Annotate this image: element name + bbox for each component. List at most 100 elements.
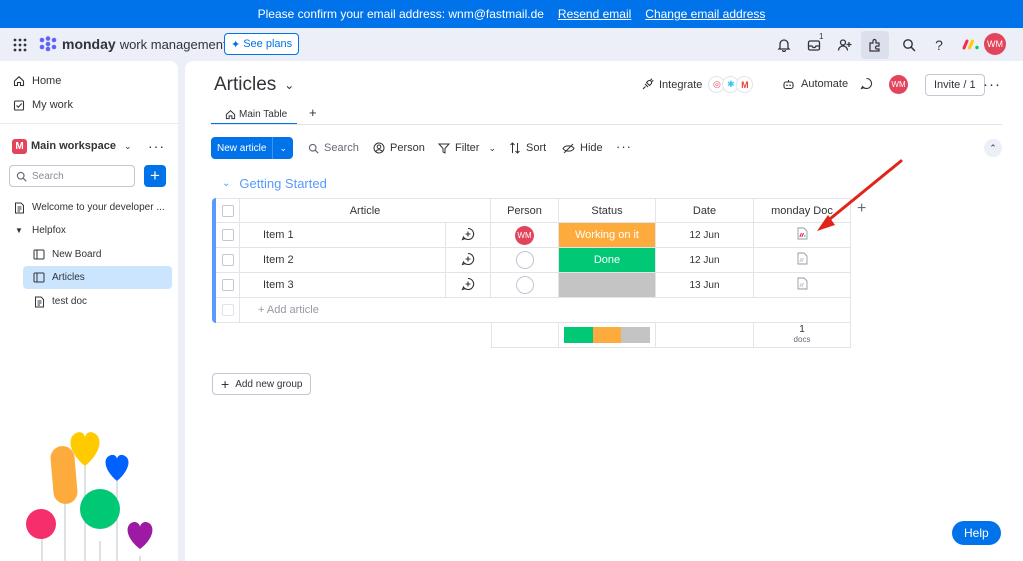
- docs-label: docs: [793, 335, 811, 344]
- doc-icon: [32, 296, 46, 308]
- select-all-checkbox[interactable]: [221, 204, 234, 217]
- row-select-cell[interactable]: [216, 248, 240, 273]
- user-avatar[interactable]: WM: [984, 33, 1006, 55]
- person-label: Person: [390, 142, 425, 154]
- eye-hidden-icon: [562, 143, 575, 153]
- new-article-button[interactable]: New article ⌄: [211, 137, 294, 159]
- sidebar-item-label: test doc: [52, 296, 88, 307]
- date-cell[interactable]: 12 Jun: [656, 223, 754, 248]
- search-label: Search: [324, 142, 359, 154]
- item-updates-cell[interactable]: [446, 273, 491, 298]
- integrate-button[interactable]: Integrate ◎ ✱ M: [641, 76, 754, 93]
- hide-columns-button[interactable]: Hide: [556, 137, 609, 159]
- row-select-cell[interactable]: [216, 223, 240, 248]
- sidebar-item-articles[interactable]: Articles: [23, 266, 172, 289]
- workspace-more-icon[interactable]: ···: [148, 138, 165, 154]
- invite-member-icon[interactable]: [830, 31, 858, 59]
- brand-logo[interactable]: monday work management: [38, 34, 227, 54]
- sidebar-item-test-doc[interactable]: test doc: [20, 290, 87, 313]
- column-header-person[interactable]: Person: [491, 198, 559, 223]
- row-checkbox[interactable]: [221, 254, 234, 266]
- empty-person-icon: [515, 251, 534, 269]
- monday-doc-cell[interactable]: [754, 248, 851, 273]
- change-email-link[interactable]: Change email address: [645, 7, 765, 21]
- column-header-status[interactable]: Status: [559, 198, 656, 223]
- sidebar-item-my-work[interactable]: My work: [0, 93, 73, 116]
- person-cell[interactable]: [491, 273, 559, 298]
- search-icon[interactable]: [895, 31, 923, 59]
- help-question-icon[interactable]: ?: [925, 31, 953, 59]
- sidebar-item-label: Helpfox: [32, 225, 66, 236]
- column-header-date[interactable]: Date: [656, 198, 754, 223]
- person-filter-button[interactable]: Person: [367, 137, 431, 159]
- board-title-group[interactable]: Articles ⌄: [214, 74, 294, 96]
- sidebar-item-welcome-doc[interactable]: Welcome to your developer ...: [0, 196, 165, 219]
- sidebar-item-helpfox[interactable]: ▼ Helpfox: [0, 219, 66, 242]
- item-name-cell[interactable]: Item 1: [240, 223, 446, 248]
- status-cell[interactable]: Done: [559, 248, 656, 273]
- summary-working-segment: [592, 327, 622, 343]
- sidebar-item-home[interactable]: Home: [0, 69, 61, 92]
- automate-button[interactable]: Automate: [782, 78, 848, 90]
- board-owner-avatar[interactable]: WM: [889, 75, 908, 94]
- status-summary-cell[interactable]: [559, 323, 656, 348]
- date-cell[interactable]: 12 Jun: [656, 248, 754, 273]
- date-cell[interactable]: 13 Jun: [656, 273, 754, 298]
- add-update-icon[interactable]: [461, 277, 475, 294]
- home-icon: [225, 109, 236, 119]
- automate-robot-icon: [783, 79, 794, 89]
- inbox-badge: 1: [819, 32, 824, 41]
- toolbar-more-icon[interactable]: ···: [616, 139, 632, 154]
- add-item-button[interactable]: +: [144, 165, 166, 187]
- add-article-input[interactable]: + Add article: [240, 298, 851, 323]
- apps-puzzle-icon[interactable]: [861, 31, 889, 59]
- add-new-group-button[interactable]: + Add new group: [212, 373, 312, 395]
- chevron-down-icon[interactable]: ⌄: [272, 137, 293, 159]
- add-update-icon[interactable]: [461, 252, 475, 269]
- add-new-group-label: Add new group: [235, 378, 303, 390]
- item-updates-cell[interactable]: [446, 223, 491, 248]
- monday-doc-cell[interactable]: [754, 273, 851, 298]
- updates-chat-icon[interactable]: [860, 77, 873, 93]
- board-more-icon[interactable]: ···: [983, 76, 1001, 93]
- item-updates-cell[interactable]: [446, 248, 491, 273]
- row-checkbox[interactable]: [221, 229, 234, 241]
- status-cell[interactable]: Working on it: [559, 223, 656, 248]
- item-name-cell[interactable]: Item 2: [240, 248, 446, 273]
- board-icon: [32, 272, 46, 283]
- collapse-header-icon[interactable]: ⌃: [984, 139, 1002, 157]
- sort-button[interactable]: Sort: [503, 137, 552, 159]
- home-icon: [12, 75, 26, 87]
- resend-email-link[interactable]: Resend email: [558, 7, 631, 21]
- inbox-icon[interactable]: 1: [800, 31, 828, 59]
- sparkle-icon: ✦: [231, 38, 241, 51]
- select-all-cell[interactable]: [216, 198, 240, 223]
- summary-empty-segment: [621, 327, 651, 343]
- help-button[interactable]: Help: [952, 521, 1001, 545]
- doc-empty-icon[interactable]: [797, 277, 808, 293]
- row-select-cell[interactable]: [216, 273, 240, 298]
- workspace-selector[interactable]: M Main workspace ⌄: [12, 136, 132, 156]
- sidebar-item-new-board[interactable]: New Board: [20, 243, 101, 266]
- add-view-button[interactable]: +: [309, 105, 317, 120]
- status-cell[interactable]: [559, 273, 656, 298]
- person-cell[interactable]: WM: [491, 223, 559, 248]
- person-cell[interactable]: [491, 248, 559, 273]
- invite-button[interactable]: Invite / 1: [925, 74, 985, 96]
- search-button[interactable]: Search: [302, 137, 365, 159]
- filter-button[interactable]: Filter ⌄: [432, 137, 502, 159]
- group-header[interactable]: ⌄ Getting Started: [222, 176, 327, 191]
- column-header-article[interactable]: Article: [240, 198, 491, 223]
- doc-empty-icon[interactable]: [797, 252, 808, 268]
- apps-grid-icon[interactable]: [6, 31, 34, 59]
- item-name-cell[interactable]: Item 3: [240, 273, 446, 298]
- plus-icon: +: [221, 376, 230, 392]
- sidebar-search-input[interactable]: Search: [9, 165, 135, 187]
- notifications-bell-icon[interactable]: [770, 31, 798, 59]
- row-checkbox[interactable]: [221, 279, 234, 291]
- email-confirm-banner: Please confirm your email address: wnm@f…: [0, 0, 1023, 28]
- doc-icon: [12, 202, 26, 214]
- add-update-icon[interactable]: [461, 227, 475, 244]
- see-plans-button[interactable]: ✦ See plans: [224, 33, 300, 55]
- tab-main-table[interactable]: Main Table: [225, 105, 287, 123]
